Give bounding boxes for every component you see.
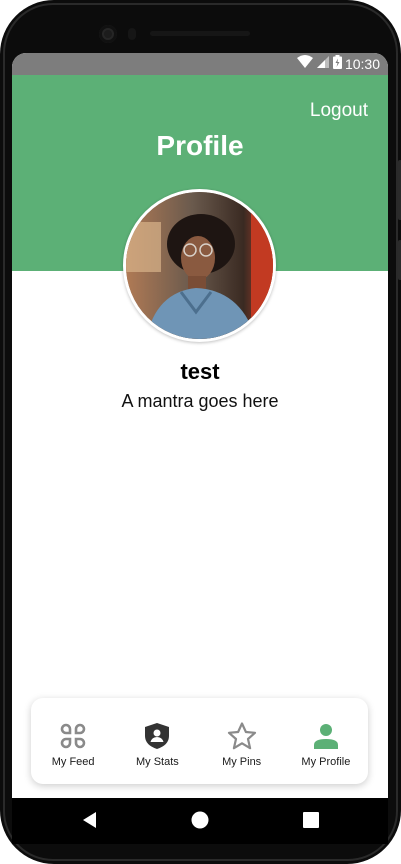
person-icon: [312, 722, 340, 750]
wifi-icon: [297, 55, 313, 73]
avatar: [123, 189, 276, 342]
earpiece-speaker: [150, 31, 250, 36]
bottom-tab-bar: My Feed My Stats My Pins My Profile: [31, 698, 368, 784]
tab-my-profile[interactable]: My Profile: [284, 698, 368, 784]
shield-user-icon: [143, 722, 171, 750]
recents-square-icon: [303, 811, 319, 833]
back-button[interactable]: [78, 810, 102, 834]
page-title: Profile: [156, 130, 244, 161]
logout-button[interactable]: Logout: [310, 100, 368, 122]
status-icons: [297, 54, 342, 74]
home-button[interactable]: [188, 810, 212, 834]
tab-my-feed[interactable]: My Feed: [31, 698, 115, 784]
home-circle-icon: [191, 811, 209, 834]
battery-icon: [333, 54, 342, 74]
star-icon: [227, 722, 257, 750]
tab-my-profile-label: My Profile: [301, 756, 351, 768]
app-screen: 10:30 Logout Profile test A mantra goes …: [12, 53, 388, 798]
tab-my-stats[interactable]: My Stats: [115, 698, 199, 784]
recents-button[interactable]: [299, 810, 323, 834]
status-bar: 10:30: [12, 53, 388, 75]
tab-my-feed-label: My Feed: [51, 756, 95, 768]
tab-my-pins[interactable]: My Pins: [200, 698, 284, 784]
phone-frame: 10:30 Logout Profile test A mantra goes …: [0, 0, 401, 864]
system-nav-bar: [12, 798, 388, 844]
profile-username: test: [180, 359, 220, 384]
tab-my-pins-label: My Pins: [222, 756, 262, 768]
status-time: 10:30: [344, 56, 380, 72]
back-triangle-icon: [82, 811, 98, 834]
profile-mantra: A mantra goes here: [121, 391, 279, 411]
avatar-photo: [126, 192, 273, 339]
cell-signal-icon: [317, 55, 329, 73]
front-camera: [99, 25, 117, 43]
grid-icon: [59, 722, 87, 750]
proximity-sensor: [128, 28, 136, 40]
tab-my-stats-label: My Stats: [135, 756, 179, 768]
